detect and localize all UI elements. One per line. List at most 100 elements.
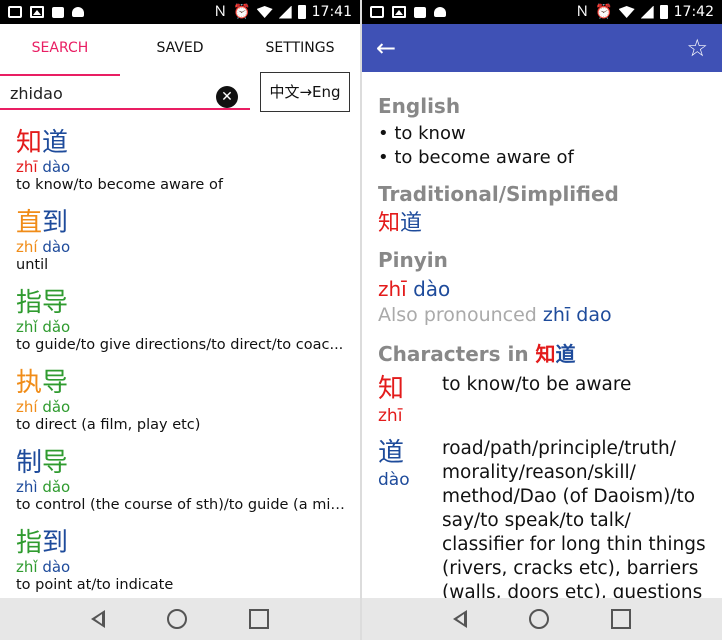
result-hanzi: 指导 xyxy=(16,288,356,318)
alt-pinyin-syllable: zhī xyxy=(542,304,571,326)
character-pinyin: dào xyxy=(378,470,410,490)
result-syllable: zhǐ xyxy=(16,558,38,576)
entry-detail-screen: Ｎ ⏰ 17:42 ← ☆ English • to know • to bec… xyxy=(362,0,722,640)
result-char: 直 xyxy=(16,208,43,238)
status-bar: Ｎ ⏰ 17:42 xyxy=(362,0,722,24)
image-icon xyxy=(392,6,406,18)
alarm-icon: ⏰ xyxy=(233,4,251,20)
result-char: 指 xyxy=(16,528,43,558)
character-definition: road/path/principle/truth/ morality/reas… xyxy=(442,438,706,603)
result-char: 导 xyxy=(42,368,69,398)
battery-icon xyxy=(297,5,306,19)
signal-icon xyxy=(278,5,292,19)
result-gloss: to point at/to indicate xyxy=(16,577,174,593)
trad-simplified-heading: Traditional/Simplified xyxy=(378,182,619,206)
battery-icon xyxy=(659,5,668,19)
result-char: 到 xyxy=(42,208,69,238)
status-bar: Ｎ ⏰ 17:41 xyxy=(0,0,360,24)
recents-icon[interactable] xyxy=(249,609,269,629)
back-icon[interactable] xyxy=(453,610,467,628)
results-list: 知道 zhī dào to know/to become aware of 直到 zhí… xyxy=(16,128,356,608)
result-char: 导 xyxy=(42,448,69,478)
alarm-icon: ⏰ xyxy=(595,4,613,20)
notification-icon xyxy=(370,6,384,18)
result-char: 执 xyxy=(16,368,43,398)
clear-icon[interactable]: ✕ xyxy=(216,86,238,108)
character-row[interactable]: 道 dào road/path/principle/truth/ morality/… xyxy=(378,437,718,605)
character-definition: to know/to be aware xyxy=(442,374,632,395)
star-icon[interactable]: ☆ xyxy=(686,34,708,62)
image-icon xyxy=(30,6,44,18)
result-item[interactable]: 指到 zhǐ dào to point at/to indicate xyxy=(16,528,356,608)
headword-char: 知 xyxy=(535,342,556,366)
result-char: 道 xyxy=(42,128,69,158)
search-input[interactable] xyxy=(10,82,200,104)
pinyin-syllable: zhī xyxy=(378,277,407,301)
result-syllable: zhí xyxy=(16,238,38,256)
result-gloss: to guide/to give directions/to direct/to… xyxy=(16,337,344,353)
search-field: ✕ xyxy=(0,72,250,110)
result-gloss: to direct (a film, play etc) xyxy=(16,417,201,433)
character-row[interactable]: 知 zhī to know/to be aware xyxy=(378,373,718,427)
result-syllable: zhì xyxy=(16,478,38,496)
recents-icon[interactable] xyxy=(611,609,631,629)
result-pinyin: zhí dào xyxy=(16,238,356,256)
result-char: 导 xyxy=(42,288,69,318)
pinyin-syllable: dào xyxy=(413,277,451,301)
result-item[interactable]: 执导 zhí dǎo to direct (a film, play etc) xyxy=(16,368,356,448)
result-hanzi: 直到 xyxy=(16,208,356,238)
result-char: 到 xyxy=(42,528,69,558)
tab-settings[interactable]: SETTINGS xyxy=(240,24,360,72)
character-column: 知 zhī xyxy=(378,373,442,427)
result-item[interactable]: 制导 zhì dǎo to control (the course of sth)/… xyxy=(16,448,356,528)
english-item: • to become aware of xyxy=(378,147,574,168)
english-heading: English xyxy=(378,94,461,118)
nav-bar xyxy=(0,598,360,640)
result-pinyin: zhǐ dào xyxy=(16,558,356,576)
tab-search[interactable]: SEARCH xyxy=(0,24,120,76)
result-syllable: zhī xyxy=(16,158,38,176)
result-item[interactable]: 直到 zhí dào until xyxy=(16,208,356,288)
result-syllable: dǎo xyxy=(42,318,71,336)
result-item[interactable]: 指导 zhǐ dǎo to guide/to give directions/to … xyxy=(16,288,356,368)
pinyin-value: zhī dào xyxy=(378,276,718,302)
result-syllable: dào xyxy=(42,238,71,256)
status-time: 17:42 xyxy=(673,4,714,20)
result-hanzi: 执导 xyxy=(16,368,356,398)
back-icon[interactable] xyxy=(91,610,105,628)
tab-saved[interactable]: SAVED xyxy=(120,24,240,72)
result-char: 制 xyxy=(16,448,43,478)
tag-icon xyxy=(414,6,426,18)
result-syllable: dào xyxy=(42,558,71,576)
result-pinyin: zhì dǎo xyxy=(16,478,356,496)
nfc-icon: Ｎ xyxy=(575,4,590,20)
result-syllable: dǎo xyxy=(42,398,71,416)
status-time: 17:41 xyxy=(311,4,352,20)
result-syllable: zhǐ xyxy=(16,318,38,336)
result-pinyin: zhí dǎo xyxy=(16,398,356,416)
home-icon[interactable] xyxy=(167,609,187,629)
screenshot-root: Ｎ ⏰ 17:41 SEARCH SAVED SETTINGS ✕ 中文→Eng… xyxy=(0,0,722,640)
result-pinyin: zhǐ dǎo xyxy=(16,318,356,336)
character-column: 道 dào xyxy=(378,437,442,605)
search-screen: Ｎ ⏰ 17:41 SEARCH SAVED SETTINGS ✕ 中文→Eng… xyxy=(0,0,360,640)
result-char: 知 xyxy=(16,128,43,158)
back-arrow-icon[interactable]: ← xyxy=(376,36,396,60)
tab-bar: SEARCH SAVED SETTINGS xyxy=(0,24,360,76)
alt-pinyin-syllable: dao xyxy=(576,304,612,326)
characters-heading: Characters in 知道 xyxy=(378,338,718,367)
wifi-icon xyxy=(256,6,273,18)
result-syllable: dǎo xyxy=(42,478,71,496)
android-icon xyxy=(434,7,446,17)
result-item[interactable]: 知道 zhī dào to know/to become aware of xyxy=(16,128,356,208)
tag-icon xyxy=(52,6,64,18)
app-bar: ← ☆ xyxy=(362,24,722,72)
result-gloss: to control (the course of sth)/to guide … xyxy=(16,497,346,513)
nav-bar xyxy=(362,598,722,640)
trad-simplified-value: 知道 xyxy=(378,210,718,238)
character-glyph: 道 xyxy=(378,438,405,468)
language-direction-button[interactable]: 中文→Eng xyxy=(260,72,350,112)
result-hanzi: 指到 xyxy=(16,528,356,558)
character-breakdown: 知 zhī to know/to be aware 道 dào road/path/pri… xyxy=(378,373,718,605)
home-icon[interactable] xyxy=(529,609,549,629)
